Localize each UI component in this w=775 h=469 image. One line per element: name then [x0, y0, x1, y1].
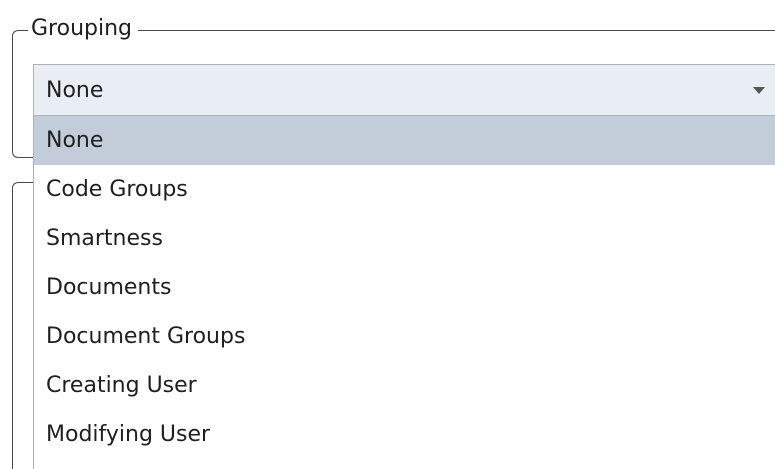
- dropdown-option-none[interactable]: None: [34, 116, 775, 165]
- dropdown-option-creating-user[interactable]: Creating User: [34, 361, 775, 410]
- grouping-dropdown-list: None Code Groups Smartness Documents Doc…: [33, 116, 775, 469]
- grouping-panel: Grouping None None Code Groups Smartness…: [0, 0, 775, 469]
- dropdown-option-modifying-user[interactable]: Modifying User: [34, 410, 775, 459]
- grouping-legend: Grouping: [28, 14, 138, 44]
- grouping-combobox-value: None: [46, 78, 104, 103]
- dropdown-option-smartness[interactable]: Smartness: [34, 214, 775, 263]
- dropdown-option-code-groups[interactable]: Code Groups: [34, 165, 775, 214]
- grouping-combobox[interactable]: None: [33, 64, 775, 116]
- dropdown-option-document-groups[interactable]: Document Groups: [34, 312, 775, 361]
- chevron-down-icon[interactable]: [753, 87, 765, 94]
- dropdown-option-documents[interactable]: Documents: [34, 263, 775, 312]
